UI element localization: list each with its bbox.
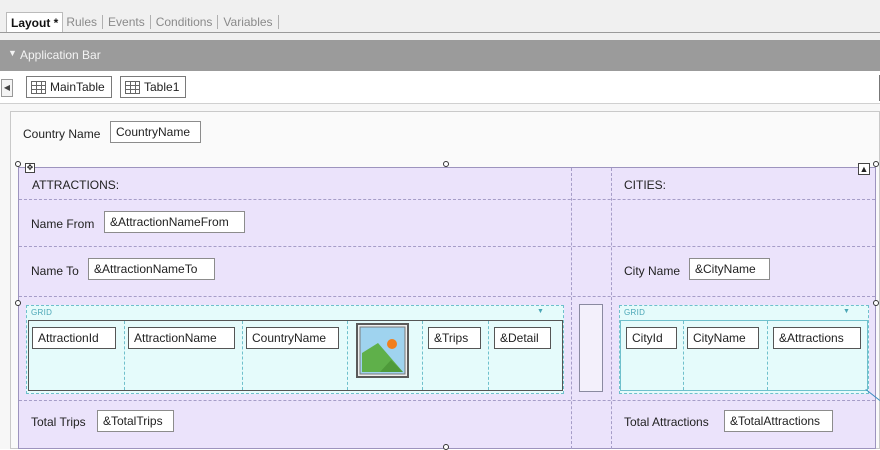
grid-cell-trips[interactable]: &Trips: [428, 327, 481, 349]
application-bar-label: Application Bar: [20, 48, 101, 62]
grid-title: GRID: [624, 308, 646, 317]
grid-cell-attractionname[interactable]: AttractionName: [128, 327, 235, 349]
tab-rules[interactable]: Rules: [63, 12, 100, 32]
table-icon: [125, 80, 140, 94]
arrow-up-icon[interactable]: ▲: [858, 163, 870, 175]
country-name-field[interactable]: CountryName: [110, 121, 201, 143]
breadcrumb-item-table1[interactable]: Table1: [120, 76, 187, 98]
designer-tab-strip: Layout * Rules Events Conditions Variabl…: [0, 0, 880, 40]
image-placeholder-graphic: [359, 326, 406, 375]
column-divider: [124, 321, 125, 390]
move-handle-icon[interactable]: ✥: [25, 163, 35, 173]
tab-underline: [0, 32, 880, 33]
breadcrumb-label: MainTable: [50, 80, 105, 94]
name-to-field[interactable]: &AttractionNameTo: [88, 258, 215, 280]
resize-handle[interactable]: [443, 161, 449, 167]
cities-header: CITIES:: [624, 178, 667, 192]
table-icon: [31, 80, 46, 94]
breadcrumb-label: Table1: [144, 80, 180, 94]
grid-cell-attractions[interactable]: &Attractions: [773, 327, 861, 349]
city-name-field[interactable]: &CityName: [689, 258, 770, 280]
country-name-label: Country Name: [23, 127, 101, 141]
column-divider: [242, 321, 243, 390]
caret-left-icon[interactable]: ◀: [1, 79, 13, 97]
grid-title: GRID: [31, 308, 53, 317]
resize-handle[interactable]: [443, 444, 449, 450]
column-divider: [422, 321, 423, 390]
tab-conditions[interactable]: Conditions: [153, 12, 216, 32]
tab-row: Layout * Rules Events Conditions Variabl…: [6, 11, 281, 33]
city-name-label: City Name: [624, 264, 681, 278]
tab-divider: [102, 15, 104, 29]
column-divider: [347, 321, 348, 390]
tab-divider: [217, 15, 219, 29]
tab-layout[interactable]: Layout *: [6, 11, 64, 33]
breadcrumb-item-maintable[interactable]: MainTable: [26, 76, 112, 98]
row-divider: [19, 296, 875, 297]
total-trips-field[interactable]: &TotalTrips: [97, 410, 174, 432]
tab-variables[interactable]: Variables: [220, 12, 275, 32]
total-attractions-field[interactable]: &TotalAttractions: [724, 410, 833, 432]
resize-handle[interactable]: [15, 300, 21, 306]
total-trips-label: Total Trips: [31, 415, 86, 429]
row-divider: [19, 400, 875, 401]
row-divider: [19, 246, 875, 247]
column-divider: [611, 168, 612, 449]
name-to-label: Name To: [31, 264, 79, 278]
chevron-down-icon[interactable]: ▼: [843, 308, 850, 315]
tab-events[interactable]: Events: [105, 12, 148, 32]
application-bar[interactable]: ▼ Application Bar: [0, 40, 880, 71]
resize-handle[interactable]: [873, 161, 879, 167]
grid-cell-countryname[interactable]: CountryName: [246, 327, 339, 349]
chevron-down-icon[interactable]: ▼: [537, 308, 544, 315]
attractions-header: ATTRACTIONS:: [32, 178, 120, 192]
column-divider: [683, 321, 684, 390]
row-divider: [19, 199, 875, 200]
chevron-down-icon[interactable]: ▼: [8, 48, 17, 58]
spacer-cell[interactable]: [579, 304, 603, 392]
column-divider: [488, 321, 489, 390]
tab-divider: [149, 15, 151, 29]
tab-divider: [277, 15, 279, 29]
grid-cell-cityname[interactable]: CityName: [687, 327, 759, 349]
resize-handle[interactable]: [15, 161, 21, 167]
name-from-label: Name From: [31, 217, 95, 231]
total-attractions-label: Total Attractions: [624, 415, 709, 429]
grid-cell-attractionid[interactable]: AttractionId: [32, 327, 116, 349]
image-placeholder-icon[interactable]: [356, 323, 409, 378]
grid-cell-cityid[interactable]: CityId: [626, 327, 677, 349]
breadcrumb: ◀ MainTable Table1: [0, 71, 880, 104]
name-from-field[interactable]: &AttractionNameFrom: [104, 211, 245, 233]
column-divider: [571, 168, 572, 449]
resize-handle[interactable]: [873, 300, 879, 306]
grid-cell-detail[interactable]: &Detail: [494, 327, 551, 349]
column-divider: [767, 321, 768, 390]
